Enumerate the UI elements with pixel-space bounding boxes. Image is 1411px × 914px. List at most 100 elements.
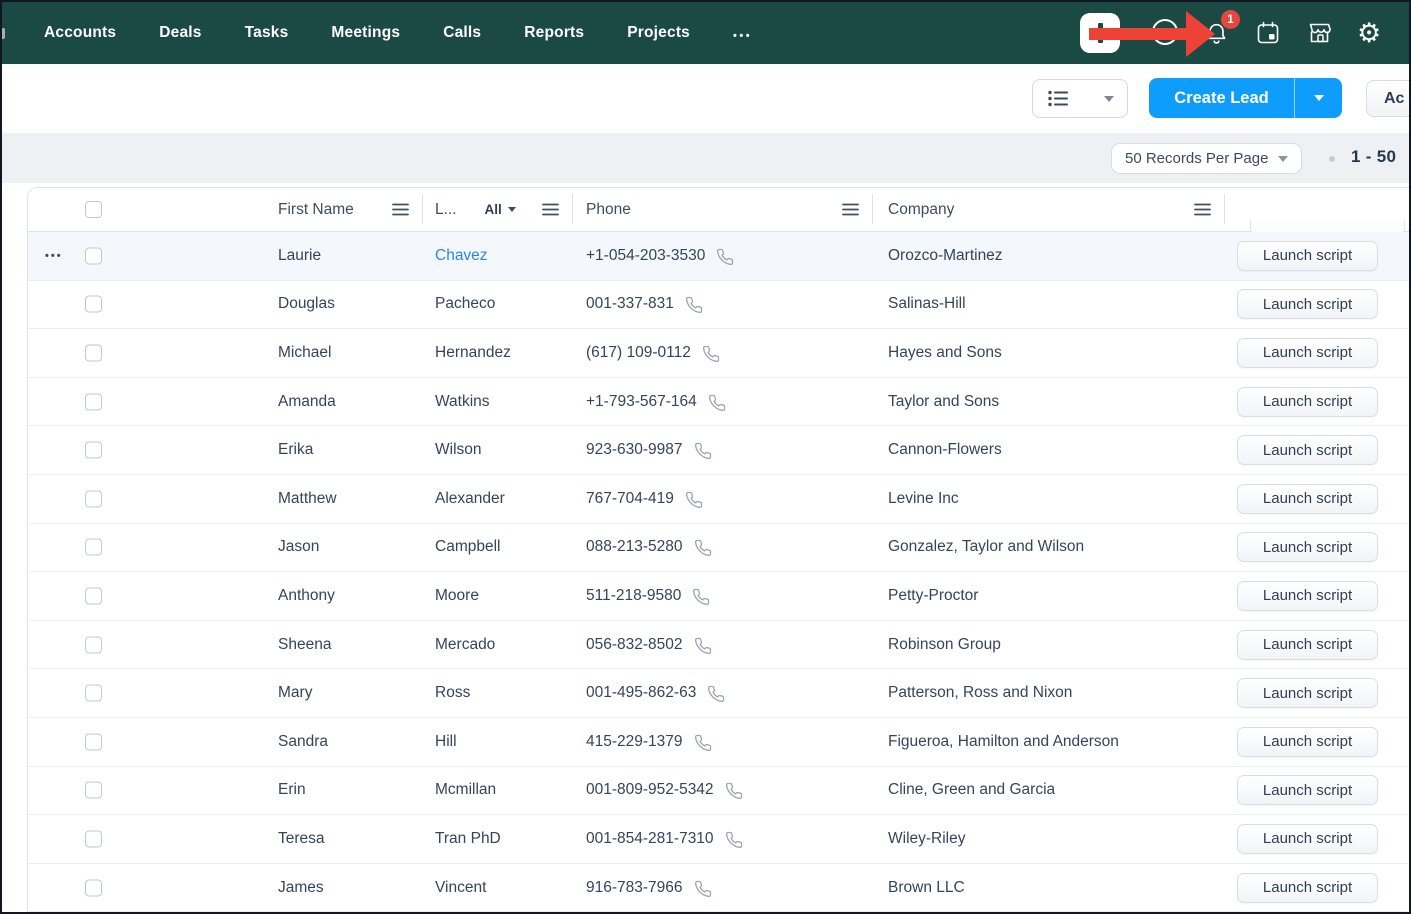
row-checkbox[interactable] <box>85 685 102 702</box>
row-checkbox[interactable] <box>85 393 102 410</box>
launch-script-button[interactable]: Launch script <box>1237 873 1378 903</box>
first-name: Amanda <box>278 393 336 411</box>
create-lead-dropdown[interactable] <box>1294 78 1342 118</box>
row-checkbox[interactable] <box>85 490 102 507</box>
launch-script-button[interactable]: Launch script <box>1237 678 1378 708</box>
settings-button[interactable]: ⚙ <box>1357 2 1381 64</box>
last-name-link[interactable]: Campbell <box>435 538 500 556</box>
tab-calls[interactable]: Calls <box>443 24 481 42</box>
tab-projects[interactable]: Projects <box>627 24 690 42</box>
column-menu-icon[interactable] <box>1194 203 1211 216</box>
launch-script-button[interactable]: Launch script <box>1237 387 1378 417</box>
phone-icon[interactable] <box>725 782 743 800</box>
last-name-link[interactable]: Moore <box>435 587 479 605</box>
company-name: Petty-Proctor <box>888 587 978 605</box>
last-name-link[interactable]: Tran PhD <box>435 830 501 848</box>
phone-icon[interactable] <box>725 831 743 849</box>
last-name-link[interactable]: Mcmillan <box>435 781 496 799</box>
column-last-name[interactable]: L... All <box>423 188 573 231</box>
row-checkbox[interactable] <box>85 733 102 750</box>
last-name-link[interactable]: Alexander <box>435 490 505 508</box>
row-checkbox[interactable] <box>85 247 102 264</box>
select-all-checkbox[interactable] <box>85 201 102 218</box>
row-checkbox[interactable] <box>85 587 102 604</box>
last-name-link[interactable]: Vincent <box>435 879 486 897</box>
table-row: ••• Teresa Tran PhD 001-854-281-7310 Wil… <box>28 815 1411 864</box>
tab-reports[interactable]: Reports <box>524 24 584 42</box>
phone-icon[interactable] <box>702 345 720 363</box>
last-name-link[interactable]: Hernandez <box>435 344 511 362</box>
last-name-filter-dropdown[interactable]: All <box>485 202 516 217</box>
launch-script-button[interactable]: Launch script <box>1237 775 1378 805</box>
pagination-bar: 50 Records Per Page 1 - 50 <box>2 133 1409 183</box>
first-name: Sandra <box>278 733 328 751</box>
row-checkbox[interactable] <box>85 344 102 361</box>
launch-script-button[interactable]: Launch script <box>1237 824 1378 854</box>
phone-number: 056-832-8502 <box>586 636 683 654</box>
row-checkbox[interactable] <box>85 879 102 896</box>
phone-number: 767-704-419 <box>586 490 674 508</box>
launch-script-button[interactable]: Launch script <box>1237 338 1378 368</box>
phone-icon[interactable] <box>694 734 712 752</box>
launch-script-button[interactable]: Launch script <box>1237 630 1378 660</box>
column-first-name[interactable]: First Name <box>278 188 423 231</box>
launch-script-button[interactable]: Launch script <box>1237 435 1378 465</box>
launch-script-button[interactable]: Launch script <box>1237 581 1378 611</box>
row-checkbox[interactable] <box>85 636 102 653</box>
row-checkbox[interactable] <box>85 442 102 459</box>
phone-icon[interactable] <box>694 539 712 557</box>
launch-script-button[interactable]: Launch script <box>1237 727 1378 757</box>
quick-create-icon[interactable] <box>1080 13 1120 53</box>
phone-icon[interactable] <box>707 685 725 703</box>
column-phone[interactable]: Phone <box>573 188 873 231</box>
gear-icon: ⚙ <box>1357 20 1381 47</box>
launch-script-button[interactable]: Launch script <box>1237 241 1378 271</box>
actions-button[interactable]: Ac <box>1366 80 1411 117</box>
phone-icon[interactable] <box>694 637 712 655</box>
last-name-link[interactable]: Mercado <box>435 636 495 654</box>
records-per-page-dropdown[interactable]: 50 Records Per Page <box>1111 143 1302 174</box>
last-name-link[interactable]: Hill <box>435 733 457 751</box>
launch-script-button[interactable]: Launch script <box>1237 484 1378 514</box>
first-name: Erin <box>278 781 306 799</box>
phone-icon[interactable] <box>692 588 710 606</box>
last-name-link[interactable]: Wilson <box>435 441 482 459</box>
table-row: ••• Mary Ross 001-495-862-63 Patterson, … <box>28 669 1411 718</box>
company-name: Taylor and Sons <box>888 393 999 411</box>
row-checkbox[interactable] <box>85 782 102 799</box>
phone-icon[interactable] <box>694 880 712 898</box>
row-checkbox[interactable] <box>85 539 102 556</box>
row-options-icon[interactable]: ••• <box>45 250 63 262</box>
tab-tasks[interactable]: Tasks <box>245 24 289 42</box>
marketplace-button[interactable] <box>1306 2 1333 64</box>
tab-deals[interactable]: Deals <box>159 24 201 42</box>
phone-icon[interactable] <box>694 442 712 460</box>
row-checkbox[interactable] <box>85 296 102 313</box>
phone-number: 001-337-831 <box>586 295 674 313</box>
phone-icon[interactable] <box>716 248 734 266</box>
last-name-link[interactable]: Ross <box>435 684 470 702</box>
row-checkbox[interactable] <box>85 830 102 847</box>
column-menu-icon[interactable] <box>392 203 409 216</box>
top-navigation: Accounts Deals Tasks Meetings Calls Repo… <box>2 2 1409 64</box>
phone-icon[interactable] <box>685 296 703 314</box>
last-name-link[interactable]: Watkins <box>435 393 490 411</box>
last-name-link[interactable]: Chavez <box>435 247 488 265</box>
more-modules-icon[interactable]: ••• <box>733 24 752 42</box>
view-selector-button[interactable] <box>1032 79 1128 118</box>
table-row: ••• Douglas Pacheco 001-337-831 Salinas-… <box>28 281 1411 330</box>
table-header: First Name L... All Phone <box>28 188 1411 232</box>
calendar-button[interactable] <box>1255 2 1281 64</box>
column-menu-icon[interactable] <box>842 203 859 216</box>
create-lead-button[interactable]: Create Lead <box>1149 78 1294 118</box>
phone-icon[interactable] <box>685 491 703 509</box>
tab-meetings[interactable]: Meetings <box>331 24 400 42</box>
column-menu-icon[interactable] <box>542 203 559 216</box>
launch-script-button[interactable]: Launch script <box>1237 532 1378 562</box>
tab-accounts[interactable]: Accounts <box>44 24 116 42</box>
column-company[interactable]: Company <box>873 188 1225 231</box>
launch-script-button[interactable]: Launch script <box>1237 289 1378 319</box>
search-icon[interactable] <box>1152 19 1178 45</box>
last-name-link[interactable]: Pacheco <box>435 295 495 313</box>
phone-icon[interactable] <box>708 394 726 412</box>
